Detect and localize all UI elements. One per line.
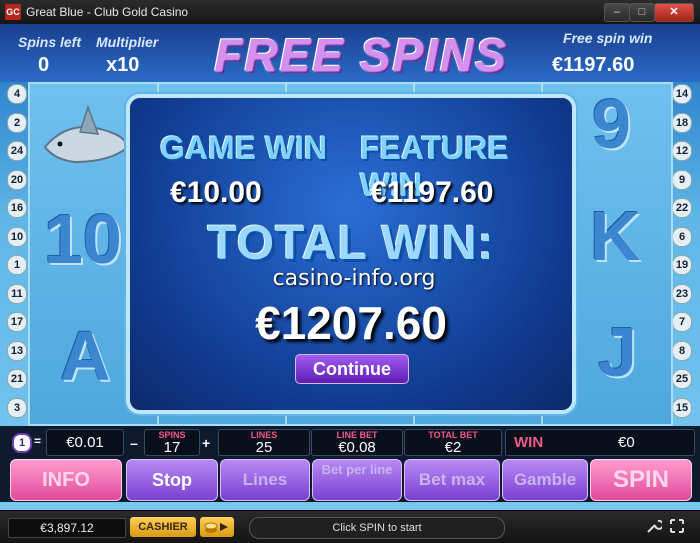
payline-number[interactable]: 15 xyxy=(672,397,692,418)
game-win-value: €10.00 xyxy=(170,176,262,209)
spins-value: 17 xyxy=(163,439,181,456)
continue-button[interactable]: Continue xyxy=(295,354,409,384)
total-win-label: TOTAL WIN: xyxy=(207,217,495,270)
payline-number[interactable]: 22 xyxy=(672,198,692,218)
payline-number[interactable]: 12 xyxy=(672,141,692,161)
cashier-button[interactable]: CASHIER xyxy=(130,517,196,537)
multiplier-label: Multiplier xyxy=(96,34,159,50)
win-value: €0 xyxy=(618,434,635,451)
coin-icon[interactable]: 1 xyxy=(12,433,32,453)
spins-left-value: 0 xyxy=(38,54,50,76)
payline-number[interactable]: 17 xyxy=(7,312,27,332)
payline-number[interactable]: 24 xyxy=(7,141,27,161)
paylines-right: 14 18 12 9 22 6 19 23 7 8 25 15 xyxy=(672,84,694,426)
reel-symbol-ten: 10 xyxy=(44,200,122,278)
window-title: Great Blue - Club Gold Casino xyxy=(26,5,189,19)
coins-arrow-icon[interactable] xyxy=(200,517,234,537)
balance-display: €3,897.12 xyxy=(8,518,126,538)
win-box: WIN €0 xyxy=(505,429,695,456)
fullscreen-icon[interactable] xyxy=(668,518,686,536)
total-bet-value: €2 xyxy=(444,439,462,456)
lines-value: 25 xyxy=(255,439,273,456)
line-bet-box: LINE BET €0.08 xyxy=(311,429,403,456)
payline-number[interactable]: 8 xyxy=(672,340,692,361)
payline-number[interactable]: 18 xyxy=(672,112,692,133)
shark-symbol-icon xyxy=(43,104,130,164)
total-bet-box: TOTAL BET €2 xyxy=(404,429,502,456)
payline-number[interactable]: 6 xyxy=(672,226,692,247)
wrench-icon[interactable] xyxy=(645,518,664,536)
app-logo-icon: GC xyxy=(5,4,21,20)
payline-number[interactable]: 14 xyxy=(672,84,692,104)
payline-number[interactable]: 25 xyxy=(672,369,692,389)
spin-button[interactable]: SPIN xyxy=(590,459,692,501)
payline-number[interactable]: 3 xyxy=(7,397,27,418)
free-spins-title: FREE SPINS xyxy=(214,29,508,81)
game-header: Spins left 0 Multiplier x10 FREE SPINS F… xyxy=(0,24,700,82)
payline-number[interactable]: 7 xyxy=(672,312,692,332)
spins-box: SPINS 17 xyxy=(144,429,200,456)
info-button[interactable]: INFO xyxy=(10,459,122,501)
coin-value-box[interactable]: €0.01 xyxy=(46,429,124,456)
payline-number[interactable]: 16 xyxy=(7,198,27,218)
gamble-button[interactable]: Gamble xyxy=(502,459,588,501)
payline-number[interactable]: 11 xyxy=(7,283,27,304)
message-bar: Click SPIN to start xyxy=(249,517,505,539)
reel-symbol-king: K xyxy=(590,197,641,275)
payline-number[interactable]: 2 xyxy=(7,112,27,133)
free-spin-win-value: €1197.60 xyxy=(552,54,635,76)
payline-number[interactable]: 13 xyxy=(7,340,27,361)
payline-number[interactable]: 10 xyxy=(7,226,27,247)
status-bar: €3,897.12 CASHIER Click SPIN to start xyxy=(0,510,700,543)
coin-value: €0.01 xyxy=(66,434,104,451)
line-bet-value: €0.08 xyxy=(338,439,376,456)
close-button[interactable]: ✕ xyxy=(654,3,694,22)
watermark-text: casino-info.org xyxy=(272,266,436,291)
lines-button[interactable]: Lines xyxy=(220,459,310,501)
bet-per-line-button[interactable]: Bet per line xyxy=(312,459,402,501)
lines-box: LINES 25 xyxy=(218,429,310,456)
total-win-value: €1207.60 xyxy=(255,297,447,349)
bet-max-button[interactable]: Bet max xyxy=(404,459,500,501)
equals-sign: = xyxy=(34,434,42,448)
control-buttons: INFO Stop Lines Bet per line Bet max Gam… xyxy=(0,456,700,502)
payline-number[interactable]: 23 xyxy=(672,283,692,304)
payline-number[interactable]: 21 xyxy=(7,369,27,389)
payline-number[interactable]: 1 xyxy=(7,255,27,275)
multiplier-value: x10 xyxy=(106,54,140,76)
feature-win-value: €1197.60 xyxy=(370,176,494,209)
window-titlebar: GC Great Blue - Club Gold Casino – □ ✕ xyxy=(0,0,700,25)
reel-symbol-nine: 9 xyxy=(592,85,631,163)
total-win-popup: GAME WIN €10.00 FEATURE WIN €1197.60 TOT… xyxy=(126,94,576,414)
stop-button[interactable]: Stop xyxy=(126,459,218,501)
game-area: Spins left 0 Multiplier x10 FREE SPINS F… xyxy=(0,24,700,510)
spins-plus-button[interactable]: + xyxy=(202,435,210,451)
free-spin-win-label: Free spin win xyxy=(563,30,653,46)
spins-minus-button[interactable]: – xyxy=(130,435,138,451)
maximize-button[interactable]: □ xyxy=(629,3,655,22)
win-label: WIN xyxy=(514,434,544,451)
bet-info-strip: 1 = €0.01 – SPINS 17 + LINES 25 LINE BET… xyxy=(0,426,700,456)
paylines-left: 4 2 24 20 16 10 1 11 17 13 21 3 5 xyxy=(7,84,29,455)
minimize-button[interactable]: – xyxy=(604,3,630,22)
reel-symbol-ace: A xyxy=(60,317,111,395)
payline-number[interactable]: 9 xyxy=(672,169,692,190)
spins-left-label: Spins left xyxy=(18,34,82,50)
reel-symbol-jack: J xyxy=(598,313,637,391)
payline-number[interactable]: 19 xyxy=(672,255,692,275)
game-win-label: GAME WIN xyxy=(160,130,328,166)
payline-number[interactable]: 20 xyxy=(7,169,27,190)
payline-number[interactable]: 4 xyxy=(7,84,27,104)
